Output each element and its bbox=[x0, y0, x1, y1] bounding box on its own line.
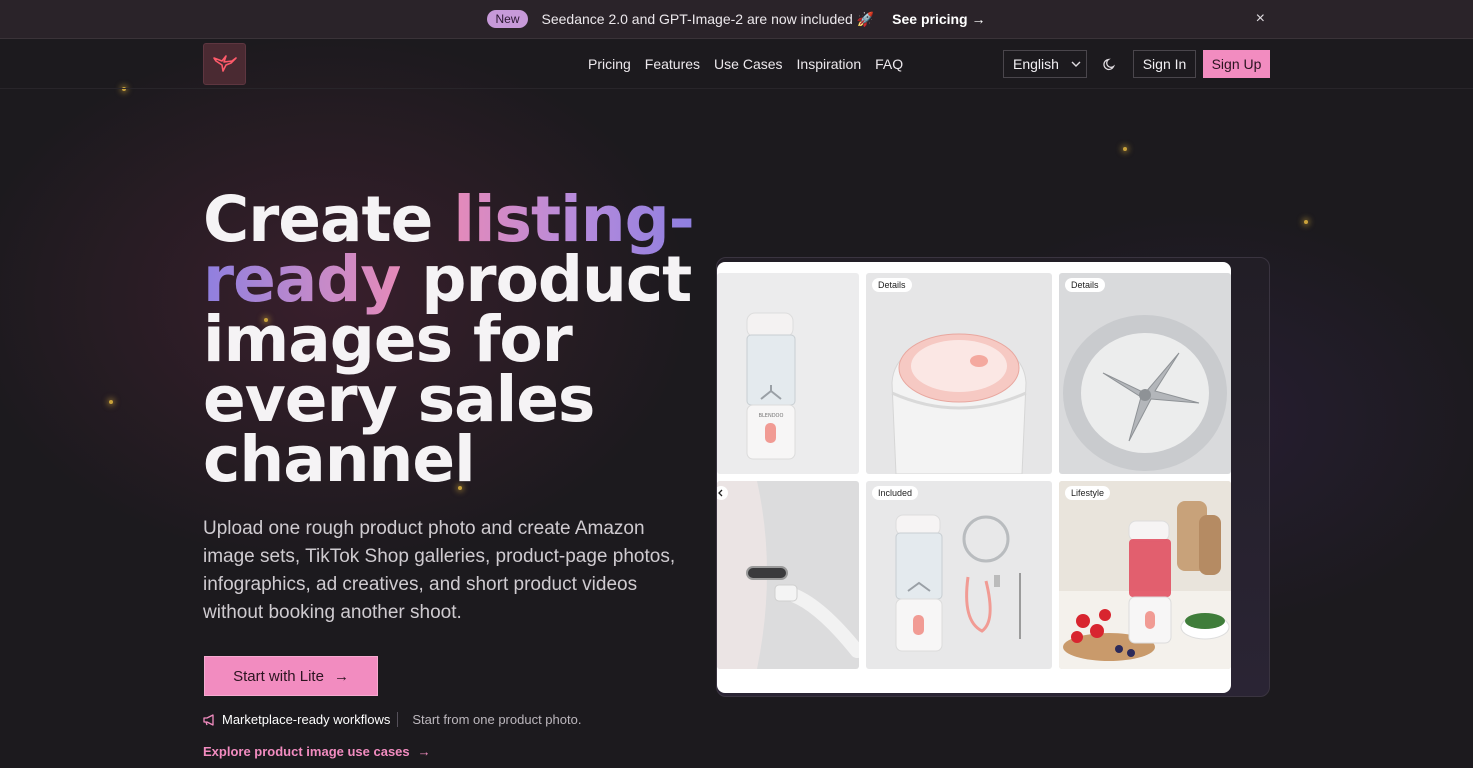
nav-link-pricing[interactable]: Pricing bbox=[588, 56, 631, 72]
hero-subheadline: Upload one rough product photo and creat… bbox=[203, 518, 676, 623]
megaphone-icon bbox=[203, 713, 214, 726]
sign-in-button[interactable]: Sign In bbox=[1133, 50, 1196, 78]
feature-marketplace: Marketplace-ready workflows bbox=[203, 712, 399, 727]
announcement-text: Seedance 2.0 and GPT-Image-2 are now inc… bbox=[541, 10, 875, 27]
arrow-right-icon: → bbox=[971, 11, 986, 27]
chevron-left-icon[interactable] bbox=[717, 486, 728, 500]
chevron-down-icon bbox=[1071, 61, 1081, 67]
feature-one-photo: Start from one product photo. bbox=[412, 712, 582, 727]
gallery-image-lid-detail[interactable]: Details bbox=[866, 273, 1052, 474]
gallery-image-lifestyle[interactable]: Lifestyle bbox=[1059, 481, 1231, 669]
gallery-label: Details bbox=[1065, 278, 1105, 292]
hummingbird-logo-icon bbox=[212, 55, 237, 72]
nav-link-features[interactable]: Features bbox=[645, 56, 700, 72]
logo[interactable] bbox=[203, 43, 246, 85]
feature-highlights: Marketplace-ready workflows Start from o… bbox=[203, 712, 581, 727]
gallery-image-product-front[interactable]: BLENDOO bbox=[717, 273, 859, 474]
sparkle-dot bbox=[1123, 147, 1127, 151]
gallery-label: Included bbox=[872, 486, 919, 500]
language-select[interactable]: English bbox=[1003, 50, 1087, 78]
close-icon[interactable]: × bbox=[1256, 10, 1265, 28]
see-pricing-link[interactable]: See pricing → bbox=[892, 11, 985, 27]
gallery-label: Details bbox=[872, 278, 912, 292]
nav-link-inspiration[interactable]: Inspiration bbox=[797, 56, 862, 72]
announcement-bar: New Seedance 2.0 and GPT-Image-2 are now… bbox=[0, 0, 1473, 39]
gallery-image-blade-detail[interactable]: Details bbox=[1059, 273, 1231, 474]
language-label: English bbox=[1013, 56, 1059, 72]
product-brand-text: BLENDOO bbox=[759, 413, 784, 419]
explore-use-cases-link[interactable]: Explore product image use cases → bbox=[203, 744, 431, 759]
sparkle-dot bbox=[1304, 220, 1308, 224]
nav-link-faq[interactable]: FAQ bbox=[875, 56, 903, 72]
sparkle-dot bbox=[109, 400, 113, 404]
hero-headline: Create listing- ready product images for… bbox=[203, 183, 695, 496]
moon-icon[interactable] bbox=[1102, 56, 1118, 72]
gallery-label: Lifestyle bbox=[1065, 486, 1111, 500]
gallery-image-charging-port[interactable] bbox=[717, 481, 859, 669]
arrow-right-icon: → bbox=[333, 667, 349, 685]
sign-up-button[interactable]: Sign Up bbox=[1203, 50, 1270, 78]
start-with-lite-button[interactable]: Start with Lite → bbox=[204, 656, 378, 696]
new-badge: New bbox=[487, 10, 528, 28]
arrow-right-icon: → bbox=[417, 744, 431, 759]
nav-links: Pricing Features Use Cases Inspiration F… bbox=[588, 56, 903, 72]
product-image-gallery: BLENDOO Details Details Included Lifesty… bbox=[717, 262, 1231, 693]
gallery-image-included-items[interactable]: Included bbox=[866, 481, 1052, 669]
nav-link-use-cases[interactable]: Use Cases bbox=[714, 56, 782, 72]
top-navigation: Pricing Features Use Cases Inspiration F… bbox=[0, 40, 1473, 89]
